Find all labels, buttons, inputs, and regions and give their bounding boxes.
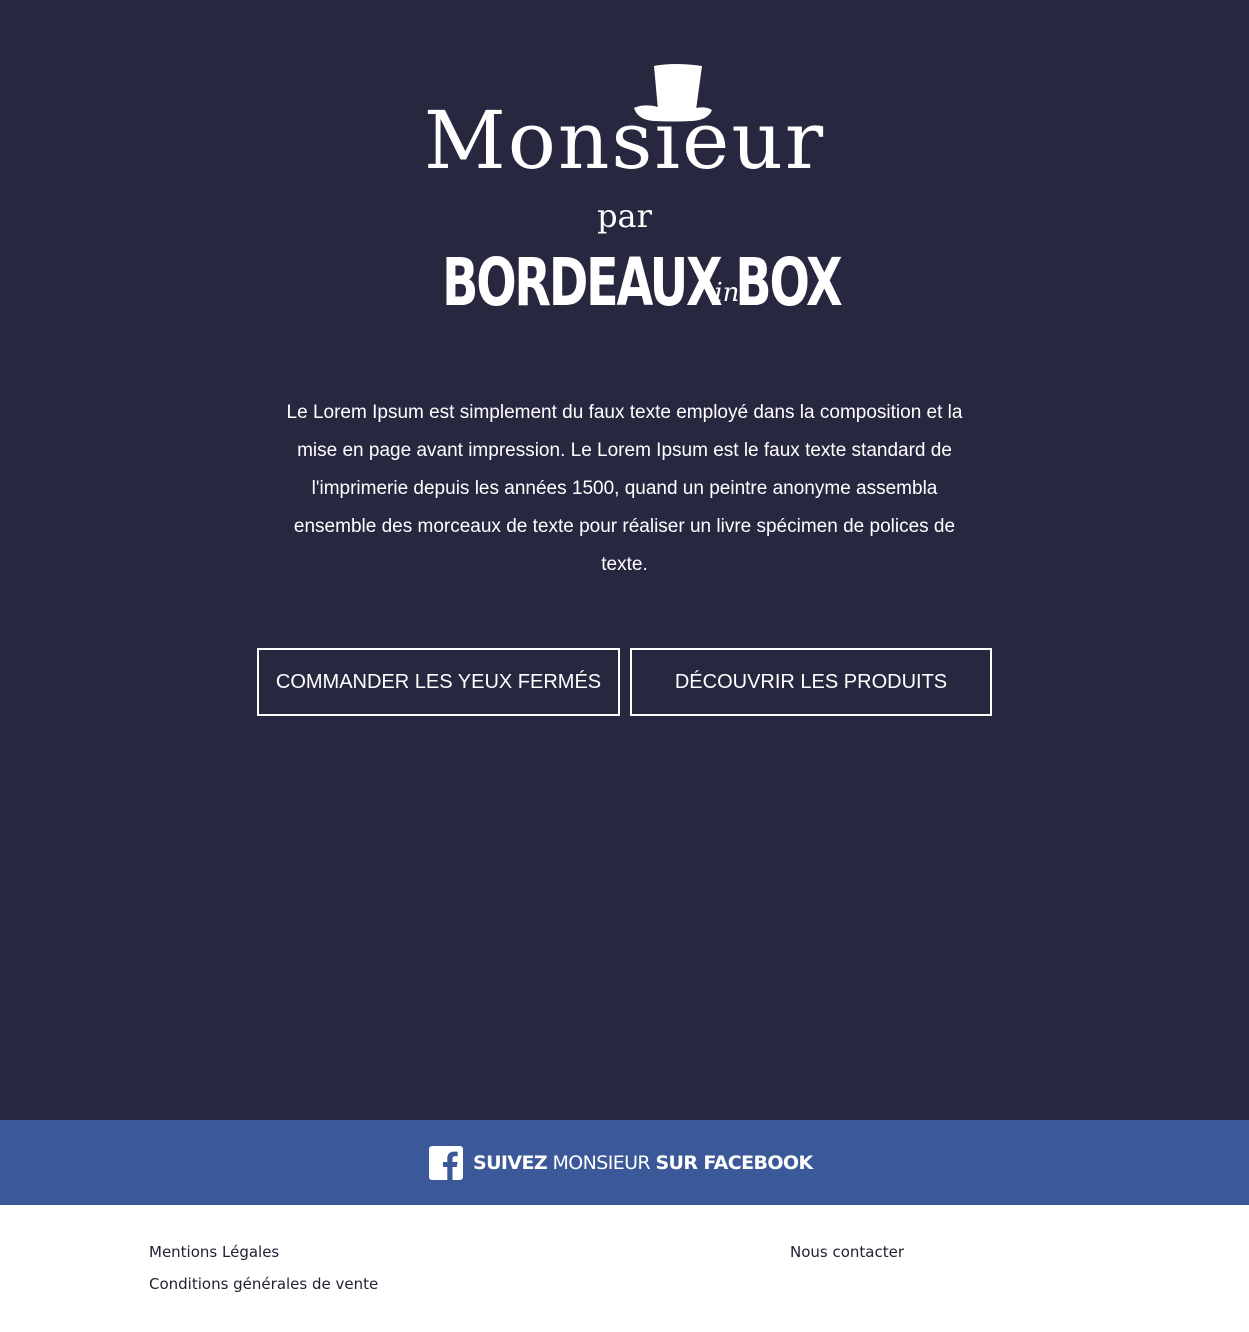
- footer: Mentions Légales Conditions générales de…: [0, 1205, 1249, 1332]
- facebook-follow-text: SUIVEZ MONSIEUR SUR FACEBOOK: [473, 1152, 813, 1174]
- footer-legal-link[interactable]: Mentions Légales: [149, 1242, 279, 1262]
- logo-par-text: par: [597, 197, 652, 235]
- facebook-follow-link[interactable]: SUIVEZ MONSIEUR SUR FACEBOOK: [429, 1146, 813, 1180]
- fb-text-suivez: SUIVEZ: [473, 1152, 548, 1174]
- site-logo[interactable]: Monsieur par BORDEAUXinBOX: [0, 0, 1249, 340]
- fb-text-monsieur: MONSIEUR: [547, 1152, 656, 1174]
- facebook-bar: SUIVEZ MONSIEUR SUR FACEBOOK: [0, 1120, 1249, 1205]
- logo-brand-box: BOX: [735, 244, 843, 321]
- order-blind-button[interactable]: COMMANDER LES YEUX FERMÉS: [257, 648, 620, 716]
- facebook-icon: [429, 1146, 463, 1180]
- fb-text-sur-facebook: SUR FACEBOOK: [655, 1152, 813, 1174]
- logo-brand: BORDEAUXinBOX: [0, 246, 1249, 337]
- logo-monsieur-text: Monsieur: [423, 94, 826, 187]
- footer-contact-link[interactable]: Nous contacter: [790, 1242, 904, 1262]
- logo-brand-bordeaux: BORDEAUX: [441, 244, 723, 321]
- footer-terms-link[interactable]: Conditions générales de vente: [149, 1274, 378, 1294]
- discover-products-button[interactable]: DÉCOUVRIR LES PRODUITS: [630, 648, 992, 716]
- hero-section: Monsieur par BORDEAUXinBOX Le Lorem Ipsu…: [0, 0, 1249, 1120]
- intro-paragraph: Le Lorem Ipsum est simplement du faux te…: [286, 402, 963, 575]
